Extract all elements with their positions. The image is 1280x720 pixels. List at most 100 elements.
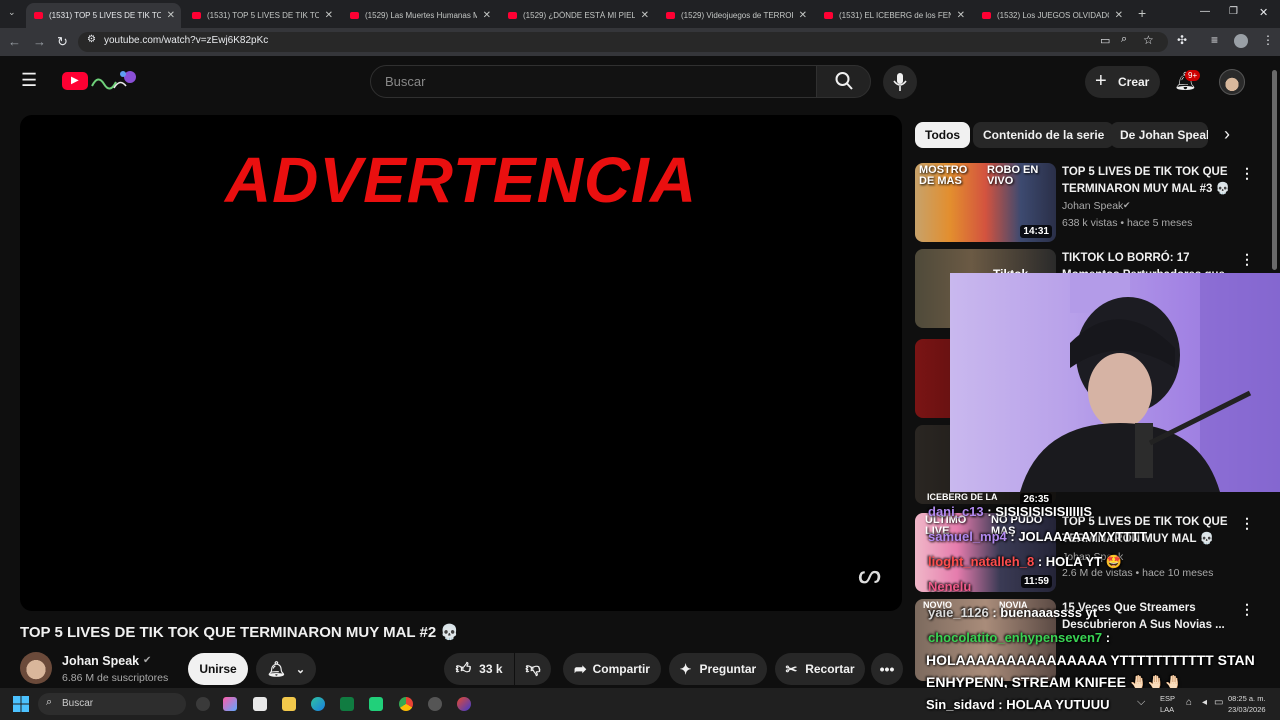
channel-name[interactable]: Johan Speak [62,654,139,668]
more-options-icon[interactable]: ⋮ [1240,515,1254,532]
wifi-icon[interactable]: ⌵ [1137,696,1145,709]
ask-button[interactable]: ✦ Preguntar [669,653,767,685]
subscribed-bell-button[interactable]: 🔔︎ ⌄ [256,653,316,685]
network-icon[interactable]: ⌂ [1186,697,1192,708]
close-tab-icon[interactable]: ✕ [799,10,807,21]
tab-search-icon[interactable]: ⌄ [8,7,16,18]
site-info-icon[interactable]: ⚙ [87,34,96,45]
chip-from-channel[interactable]: De Johan Speak [1110,122,1208,148]
game-app-icon[interactable] [457,697,471,711]
clock-date[interactable]: 23/03/2026 [1228,705,1266,714]
search-icon: ⌕ [46,696,53,708]
close-tab-icon[interactable]: ✕ [483,10,491,21]
channel-doodle-logo[interactable] [90,68,138,92]
more-actions-button[interactable]: ••• [871,653,903,685]
tab-title: (1531) TOP 5 LIVES DE TIK TOK [49,11,161,20]
browser-menu-icon[interactable]: ⋮ [1262,33,1274,47]
hamburger-menu-icon[interactable]: ☰ [21,70,37,91]
taskbar-search[interactable]: ⌕ Buscar [38,693,186,715]
video-thumbnail[interactable]: MOSTRO DE MAS ROBO EN VIVO 14:31 [915,163,1056,242]
clock-time[interactable]: 08:25 a. m. [1228,694,1266,703]
more-options-icon[interactable]: ⋮ [1240,601,1254,618]
join-button[interactable]: Unirse [188,653,248,685]
thumbs-down-icon: 👎︎ [525,660,541,677]
language-bottom[interactable]: LAA [1160,705,1174,714]
browser-tab[interactable]: (1531) TOP 5 LIVES DE TIK TOK ✕ [184,3,339,28]
browser-tab[interactable]: (1529) Videojuegos de TERROR ✕ [658,3,813,28]
media-app-icon[interactable] [369,697,383,711]
browser-tab[interactable]: (1529) Las Muertes Humanas M ✕ [342,3,497,28]
forward-icon[interactable]: → [33,34,46,49]
channel-avatar[interactable] [20,652,52,684]
account-avatar[interactable] [1219,69,1245,95]
recommended-title[interactable]: TOP 5 LIVES DE TIK TOK QUE TERMINARON MU… [1062,164,1234,198]
minimize-icon[interactable]: — [1200,6,1210,17]
chip-series[interactable]: Contenido de la serie [973,122,1115,148]
thumbnail-caption: MOSTRO DE MAS [919,164,968,187]
search-button[interactable] [816,65,871,98]
profile-avatar[interactable] [1234,34,1248,48]
chrome-icon[interactable] [399,697,413,711]
file-explorer-icon[interactable] [282,697,296,711]
cast-icon[interactable]: ▭ [1100,34,1110,47]
windows-start-icon[interactable] [13,696,29,717]
close-tab-icon[interactable]: ✕ [641,10,649,21]
reload-icon[interactable]: ↻ [57,34,68,50]
close-tab-icon[interactable]: ✕ [167,10,175,21]
ask-label: Preguntar [699,662,757,676]
url-text[interactable]: youtube.com/watch?v=zEwj6K82pKc [104,35,268,46]
close-tab-icon[interactable]: ✕ [957,10,965,21]
restore-icon[interactable]: ❐ [1229,6,1238,17]
recommended-channel[interactable]: Johan Speak [1062,200,1123,212]
chat-username: Nenelu [928,579,972,594]
browser-tab[interactable]: (1531) TOP 5 LIVES DE TIK TOK ✕ [26,3,181,28]
create-button[interactable]: + Crear [1085,66,1160,98]
edge-icon[interactable] [311,697,325,711]
chat-message: Sin_sidavd : HOLAA YUTUUU [926,697,1109,712]
close-tab-icon[interactable]: ✕ [325,10,333,21]
battery-icon[interactable]: ▭ [1214,697,1223,708]
zoom-icon[interactable]: ⌕ [1121,33,1127,46]
new-tab-button[interactable]: + [1138,5,1146,21]
video-duration: 11:59 [1020,575,1052,588]
more-options-icon[interactable]: ⋮ [1240,165,1254,182]
browser-tab[interactable]: (1532) Los JUEGOS OLVIDADOS ✕ [974,3,1129,28]
sparkle-icon: ✦ [679,660,692,677]
like-button[interactable]: 👍︎ 33 k [444,653,514,685]
clip-label: Recortar [805,662,855,676]
chip-all[interactable]: Todos [915,122,971,148]
settings-app-icon[interactable] [428,697,442,711]
video-title: TOP 5 LIVES DE TIK TOK QUE TERMINARON MU… [20,624,460,641]
clip-button[interactable]: ✂ Recortar [775,653,865,685]
verified-icon: ✔ [1123,200,1131,210]
browser-tab[interactable]: (1531) EL ICEBERG de los FENÓ ✕ [816,3,971,28]
chat-text: : [1102,630,1111,645]
youtube-logo[interactable]: ▶ [62,72,88,90]
share-button[interactable]: ➦ Compartir [563,653,661,685]
extensions-icon[interactable]: ✣ [1177,33,1187,47]
more-options-icon[interactable]: ⋮ [1240,251,1254,268]
channel-watermark-icon[interactable]: ᔕ [858,559,881,590]
volume-icon[interactable]: ◂ [1202,697,1207,708]
search-icon [835,71,853,96]
language-top[interactable]: ESP [1160,694,1175,703]
back-icon[interactable]: ← [8,34,21,49]
browser-tab-bar: ⌄ (1531) TOP 5 LIVES DE TIK TOK ✕ (1531)… [0,0,1280,28]
store-icon[interactable] [253,697,267,711]
media-controls-icon[interactable]: ≡ [1211,33,1218,47]
voice-search-button[interactable] [883,65,917,99]
browser-tab[interactable]: (1529) ¿DÓNDE ESTÁ MI PIEL? ✕ [500,3,655,28]
video-player[interactable]: ADVERTENCIA ᔕ [20,115,902,611]
copilot-icon[interactable] [196,697,210,711]
search-input[interactable]: Buscar [370,65,817,98]
dislike-button[interactable]: 👎︎ [515,653,551,685]
video-warning-text: ADVERTENCIA [224,144,698,216]
close-tab-icon[interactable]: ✕ [1115,10,1123,21]
chevron-right-icon[interactable]: › [1224,124,1230,145]
bookmark-star-icon[interactable]: ☆ [1143,33,1154,47]
close-window-icon[interactable]: ✕ [1259,6,1268,19]
chat-message: yaie_1126 : buenaaassss yt [928,605,1097,620]
colorful-app-icon[interactable] [223,697,237,711]
excel-icon[interactable] [340,697,354,711]
scrollbar-thumb[interactable] [1272,70,1277,270]
